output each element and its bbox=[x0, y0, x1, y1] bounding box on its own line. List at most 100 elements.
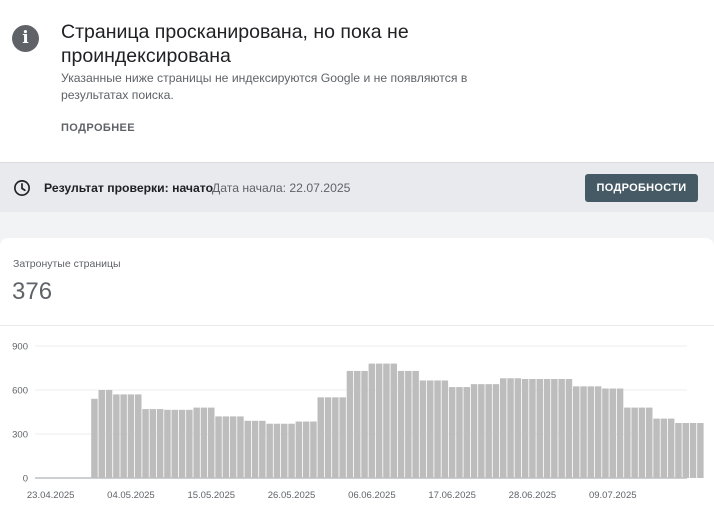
chart-bar[interactable] bbox=[237, 416, 244, 478]
chart-bar[interactable] bbox=[419, 380, 427, 478]
validation-status-label: Результат проверки: начато bbox=[44, 181, 214, 195]
chart-bar[interactable] bbox=[288, 423, 295, 478]
chart-bar[interactable] bbox=[113, 394, 120, 478]
chart-bar[interactable] bbox=[587, 386, 595, 478]
chart-bar[interactable] bbox=[200, 407, 208, 478]
chart-bar[interactable] bbox=[259, 420, 266, 478]
chart-bar[interactable] bbox=[229, 416, 237, 478]
chart-bar[interactable] bbox=[638, 407, 646, 478]
chart-bar[interactable] bbox=[127, 394, 135, 478]
x-tick-label: 26.05.2025 bbox=[268, 490, 316, 501]
chart-bar[interactable] bbox=[412, 370, 419, 478]
chart-bar[interactable] bbox=[361, 370, 368, 478]
chart-bar[interactable] bbox=[624, 407, 631, 478]
chart-bar[interactable] bbox=[215, 416, 222, 478]
chart-bar[interactable] bbox=[251, 420, 259, 478]
chart-bar[interactable] bbox=[375, 363, 383, 478]
chart-bar[interactable] bbox=[397, 370, 405, 478]
chart-bar[interactable] bbox=[470, 384, 478, 478]
chart-bar[interactable] bbox=[383, 363, 390, 478]
chart-bar[interactable] bbox=[346, 370, 354, 478]
x-tick-label: 23.04.2025 bbox=[27, 490, 75, 501]
chart-bar[interactable] bbox=[667, 418, 675, 478]
chart-bar[interactable] bbox=[616, 388, 624, 478]
chart-bar[interactable] bbox=[500, 378, 507, 478]
chart-bar[interactable] bbox=[492, 384, 500, 478]
chart-bar[interactable] bbox=[156, 409, 164, 478]
chart-bar[interactable] bbox=[573, 386, 580, 478]
chart-bar[interactable] bbox=[142, 409, 149, 478]
chart-bar[interactable] bbox=[273, 423, 281, 478]
chart-bar[interactable] bbox=[521, 379, 529, 478]
affected-pages-chart: 0 300 600 900 23.04.2025 04.05.2025 15.05.2025… bbox=[12, 342, 704, 501]
chart-bar[interactable] bbox=[660, 418, 668, 478]
chart-bar[interactable] bbox=[324, 397, 332, 478]
chart-bar[interactable] bbox=[543, 379, 551, 478]
chart-bar[interactable] bbox=[646, 407, 653, 478]
chart-bar[interactable] bbox=[368, 363, 376, 478]
chart-bar[interactable] bbox=[441, 380, 449, 478]
chart-bar[interactable] bbox=[558, 379, 565, 478]
x-tick-label: 04.05.2025 bbox=[107, 490, 155, 501]
chart-bar[interactable] bbox=[485, 384, 492, 478]
chart-bar[interactable] bbox=[631, 407, 638, 478]
chart-bar[interactable] bbox=[689, 423, 697, 478]
chart-bar[interactable] bbox=[507, 378, 514, 478]
chart-bar[interactable] bbox=[697, 423, 704, 478]
learn-more-link[interactable]: ПОДРОБНЕЕ bbox=[61, 122, 135, 134]
chart-bar[interactable] bbox=[266, 423, 273, 478]
chart-bar[interactable] bbox=[91, 398, 98, 478]
chart-bar[interactable] bbox=[281, 423, 288, 478]
chart-bar[interactable] bbox=[448, 387, 456, 478]
clock-icon bbox=[14, 180, 30, 196]
chart-bar[interactable] bbox=[609, 388, 617, 478]
chart-bar[interactable] bbox=[310, 421, 317, 478]
chart-bar[interactable] bbox=[675, 423, 682, 478]
chart-bar[interactable] bbox=[193, 407, 200, 478]
chart-bar[interactable] bbox=[208, 407, 215, 478]
chart-bar[interactable] bbox=[653, 418, 660, 478]
chart-bar[interactable] bbox=[551, 379, 558, 478]
chart-bar[interactable] bbox=[317, 397, 325, 478]
chart-bar[interactable] bbox=[594, 386, 602, 478]
chart-bar[interactable] bbox=[456, 387, 463, 478]
chart-bar[interactable] bbox=[434, 380, 441, 478]
chart-bar[interactable] bbox=[405, 370, 412, 478]
chart-bar[interactable] bbox=[164, 409, 171, 478]
chart-bar[interactable] bbox=[682, 423, 690, 478]
y-tick-label: 900 bbox=[12, 342, 28, 353]
chart-bar[interactable] bbox=[427, 380, 434, 478]
chart-bar[interactable] bbox=[390, 363, 398, 478]
chart-bar[interactable] bbox=[536, 379, 544, 478]
chart-bar[interactable] bbox=[186, 409, 193, 478]
chart-bar[interactable] bbox=[339, 397, 346, 478]
details-button[interactable]: ПОДРОБНОСТИ bbox=[585, 174, 698, 202]
chart-bar[interactable] bbox=[295, 421, 303, 478]
chart-bar[interactable] bbox=[149, 409, 157, 478]
chart-bar[interactable] bbox=[98, 390, 106, 478]
y-tick-label: 0 bbox=[23, 474, 28, 485]
chart-bar[interactable] bbox=[514, 378, 522, 478]
chart-bar[interactable] bbox=[135, 394, 142, 478]
chart-bar[interactable] bbox=[178, 409, 186, 478]
chart-bar[interactable] bbox=[580, 386, 587, 478]
x-tick-label: 09.07.2025 bbox=[589, 490, 637, 501]
affected-pages-card: Затронутые страницы 376 0 300 600 900 23.04.… bbox=[0, 238, 714, 518]
chart-bar[interactable] bbox=[354, 370, 361, 478]
chart-bar[interactable] bbox=[478, 384, 485, 478]
chart-bar[interactable] bbox=[332, 397, 339, 478]
chart-bar[interactable] bbox=[529, 379, 536, 478]
chart-bar[interactable] bbox=[120, 394, 127, 478]
chart-bar[interactable] bbox=[171, 409, 179, 478]
chart-bar[interactable] bbox=[244, 420, 252, 478]
validation-status-bar: Результат проверки: начато Дата начала: … bbox=[0, 162, 714, 212]
x-tick-label: 06.06.2025 bbox=[348, 490, 396, 501]
chart-bar[interactable] bbox=[602, 388, 609, 478]
chart-bar[interactable] bbox=[463, 387, 471, 478]
chart-bar[interactable] bbox=[565, 379, 573, 478]
chart-bar[interactable] bbox=[222, 416, 230, 478]
issue-title: Страница просканирована, но пока не прои… bbox=[61, 21, 409, 67]
chart-bar[interactable] bbox=[105, 390, 113, 478]
x-tick-label: 28.06.2025 bbox=[509, 490, 557, 501]
chart-bar[interactable] bbox=[302, 421, 310, 478]
